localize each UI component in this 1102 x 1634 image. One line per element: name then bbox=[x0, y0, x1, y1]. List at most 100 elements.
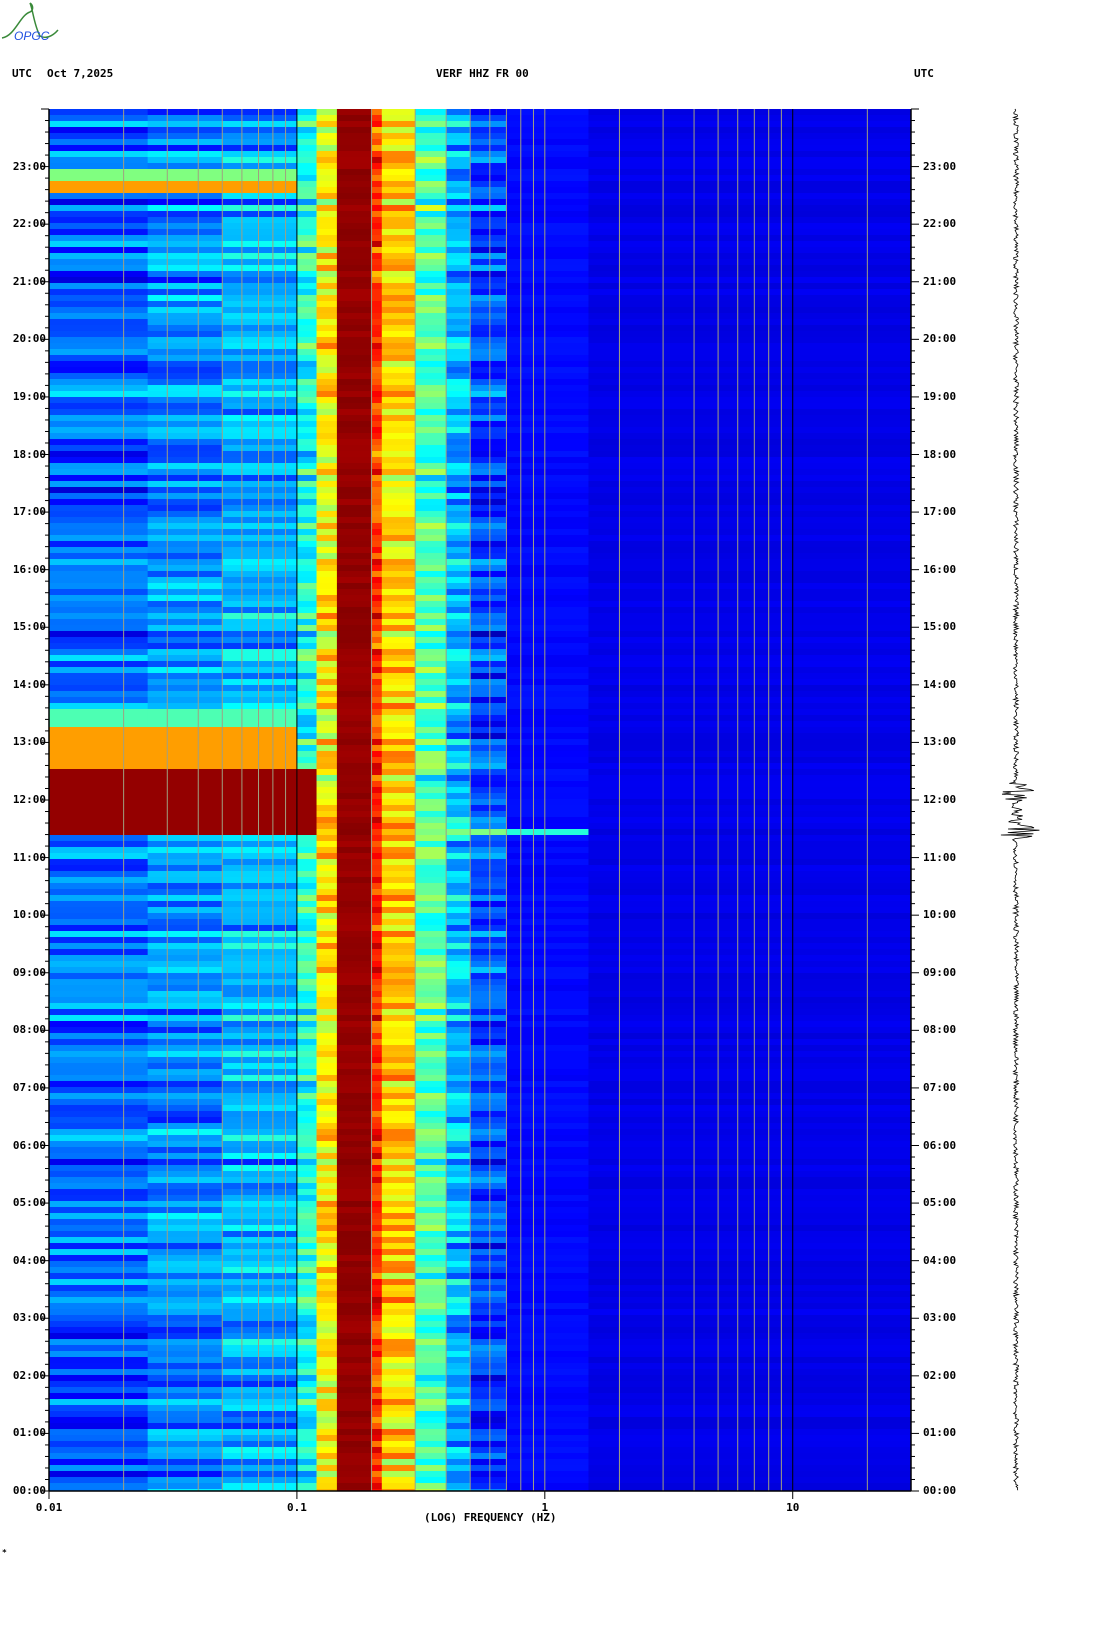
spectrogram-cell bbox=[316, 793, 338, 800]
spectrogram-cell bbox=[222, 1075, 298, 1082]
spectrogram-cell bbox=[316, 643, 338, 650]
spectrogram-cell bbox=[588, 769, 912, 776]
spectrogram-cell bbox=[371, 301, 383, 308]
spectrogram-cell bbox=[381, 133, 416, 140]
spectrogram-cell bbox=[506, 1093, 589, 1100]
spectrogram-cell bbox=[446, 1117, 471, 1124]
spectrogram-cell bbox=[316, 415, 338, 422]
spectrogram-cell bbox=[49, 1339, 149, 1346]
spectrogram-cell bbox=[222, 661, 298, 668]
spectrogram-cell bbox=[371, 1417, 383, 1424]
spectrogram-cell bbox=[147, 901, 223, 908]
spectrogram-cell bbox=[49, 1207, 149, 1214]
spectrogram-cell bbox=[316, 1417, 338, 1424]
spectrogram-cell bbox=[222, 1195, 298, 1202]
spectrogram-cell bbox=[446, 649, 471, 656]
spectrogram-cell bbox=[415, 1423, 447, 1430]
spectrogram-cell bbox=[506, 301, 589, 308]
spectrogram-cell bbox=[415, 1417, 447, 1424]
y-tick-label-right: 02:00 bbox=[923, 1368, 957, 1382]
spectrogram-cell bbox=[381, 787, 416, 794]
spectrogram-cell bbox=[415, 1465, 447, 1472]
spectrogram-cell bbox=[296, 1291, 318, 1298]
spectrogram-cell bbox=[316, 1087, 338, 1094]
spectrogram-cell bbox=[470, 1159, 507, 1166]
spectrogram-cell bbox=[49, 763, 149, 770]
spectrogram-cell bbox=[506, 613, 589, 620]
spectrogram-cell bbox=[415, 901, 447, 908]
spectrogram-cell bbox=[371, 1135, 383, 1142]
spectrogram-cell bbox=[316, 1273, 338, 1280]
spectrogram-cell bbox=[470, 109, 507, 116]
spectrogram-cell bbox=[222, 145, 298, 152]
spectrogram-cell bbox=[381, 139, 416, 146]
spectrogram-cell bbox=[49, 817, 149, 824]
spectrogram-cell bbox=[470, 1453, 507, 1460]
spectrogram-cell bbox=[371, 1465, 383, 1472]
spectrogram-cell bbox=[506, 817, 589, 824]
spectrogram-cell bbox=[371, 433, 383, 440]
spectrogram-cell bbox=[415, 157, 447, 164]
spectrogram-cell bbox=[381, 1165, 416, 1172]
spectrogram-cell bbox=[506, 1231, 589, 1238]
spectrogram-cell bbox=[588, 835, 912, 842]
spectrogram-cell bbox=[506, 445, 589, 452]
spectrogram-cell bbox=[446, 835, 471, 842]
spectrogram-cell bbox=[336, 655, 373, 662]
spectrogram-cell bbox=[506, 565, 589, 572]
spectrogram-cell bbox=[316, 1207, 338, 1214]
spectrogram-cell bbox=[381, 997, 416, 1004]
spectrogram-cell bbox=[470, 517, 507, 524]
spectrogram-cell bbox=[222, 1219, 298, 1226]
spectrogram-cell bbox=[296, 889, 318, 896]
spectrogram-cell bbox=[371, 757, 383, 764]
spectrogram-cell bbox=[470, 1315, 507, 1322]
spectrogram-cell bbox=[316, 481, 338, 488]
spectrogram-cell bbox=[446, 757, 471, 764]
spectrogram-cell bbox=[381, 1183, 416, 1190]
spectrogram-cell bbox=[446, 1393, 471, 1400]
spectrogram-cell bbox=[506, 1399, 589, 1406]
spectrogram-cell bbox=[222, 1063, 298, 1070]
spectrogram-cell bbox=[470, 1435, 507, 1442]
spectrogram-cell bbox=[147, 1441, 223, 1448]
spectrogram-cell bbox=[49, 799, 149, 806]
spectrogram-cell bbox=[588, 949, 912, 956]
spectrogram-cell bbox=[470, 307, 507, 314]
spectrogram-cell bbox=[415, 1069, 447, 1076]
spectrogram-cell bbox=[506, 1249, 589, 1256]
spectrogram-cell bbox=[49, 391, 149, 398]
spectrogram-cell bbox=[470, 553, 507, 560]
spectrogram-cell bbox=[296, 469, 318, 476]
spectrogram-cell bbox=[470, 361, 507, 368]
spectrogram-cell bbox=[415, 289, 447, 296]
spectrogram-cell bbox=[415, 1093, 447, 1100]
spectrogram-cell bbox=[336, 877, 373, 884]
spectrogram-cell bbox=[147, 295, 223, 302]
spectrogram-cell bbox=[296, 787, 318, 794]
spectrogram-cell bbox=[296, 919, 318, 926]
spectrogram-cell bbox=[316, 1225, 338, 1232]
spectrogram-cell bbox=[296, 1369, 318, 1376]
spectrogram-cell bbox=[147, 697, 223, 704]
spectrogram-cell bbox=[381, 697, 416, 704]
spectrogram-cell bbox=[147, 517, 223, 524]
spectrogram-cell bbox=[506, 1477, 589, 1484]
spectrogram-cell bbox=[147, 1393, 223, 1400]
spectrogram-cell bbox=[506, 1021, 589, 1028]
spectrogram-cell bbox=[336, 565, 373, 572]
spectrogram-cell bbox=[381, 493, 416, 500]
spectrogram-cell bbox=[470, 655, 507, 662]
spectrogram-cell bbox=[446, 1135, 471, 1142]
spectrogram-cell bbox=[336, 649, 373, 656]
spectrogram-cell bbox=[588, 643, 912, 650]
spectrogram-cell bbox=[371, 889, 383, 896]
spectrogram-cell bbox=[222, 1129, 298, 1136]
spectrogram-cell bbox=[506, 1339, 589, 1346]
spectrogram-cell bbox=[446, 319, 471, 326]
spectrogram-cell bbox=[147, 241, 223, 248]
spectrogram-cell bbox=[316, 379, 338, 386]
spectrogram-cell bbox=[415, 649, 447, 656]
spectrogram-cell bbox=[371, 613, 383, 620]
spectrogram-cell bbox=[415, 1453, 447, 1460]
